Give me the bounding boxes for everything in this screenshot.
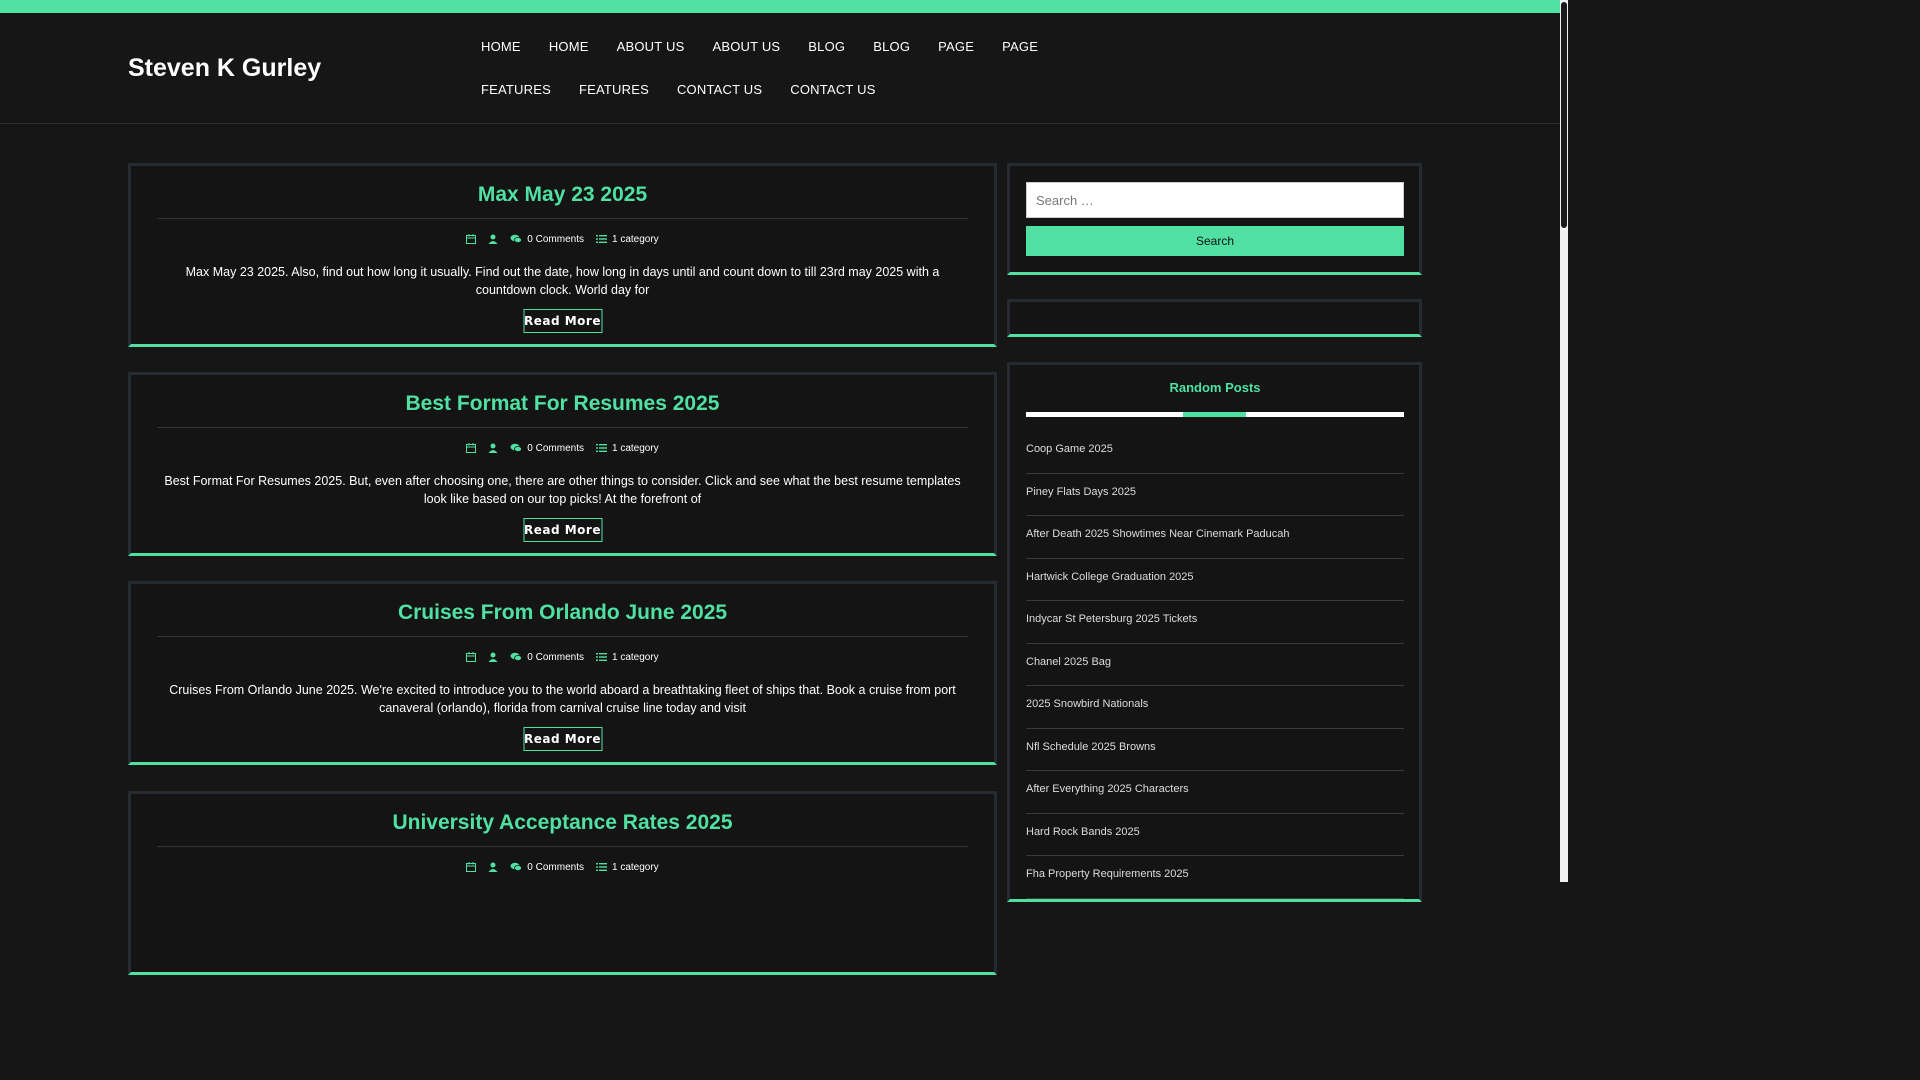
post-date[interactable]	[466, 652, 477, 662]
post-card: Max May 23 2025 0 Comments 1 category Ma…	[128, 163, 997, 347]
post-meta: 0 Comments 1 category	[131, 441, 994, 455]
search-button[interactable]: Search	[1026, 226, 1404, 256]
post-comments[interactable]: 0 Comments	[510, 862, 584, 873]
empty-widget	[1007, 299, 1422, 337]
nav-home[interactable]: HOME	[467, 25, 535, 68]
comments-icon	[510, 862, 523, 871]
main-navigation: HOME HOME ABOUT US ABOUT US BLOG BLOG PA…	[467, 25, 1147, 111]
random-post-link[interactable]: Coop Game 2025	[1026, 431, 1404, 474]
read-more-button[interactable]: Read More	[523, 727, 602, 751]
category-label: 1 category	[611, 651, 659, 663]
calendar-icon	[466, 652, 477, 662]
site-title[interactable]: Steven K Gurley	[128, 54, 321, 83]
comment-count: 0 Comments	[527, 651, 584, 663]
nav-features[interactable]: FEATURES	[467, 68, 565, 111]
user-icon	[488, 443, 498, 453]
scrollbar-thumb[interactable]	[1561, 2, 1567, 228]
post-title[interactable]: Max May 23 2025	[157, 183, 968, 219]
page-scrollbar[interactable]	[1560, 0, 1568, 882]
list-icon	[595, 653, 607, 661]
comment-count: 0 Comments	[527, 233, 584, 245]
post-card: Cruises From Orlando June 2025 0 Comment…	[128, 581, 997, 765]
comment-count: 0 Comments	[527, 861, 584, 873]
random-post-link[interactable]: Hartwick College Graduation 2025	[1026, 559, 1404, 601]
nav-features[interactable]: FEATURES	[565, 68, 663, 111]
widget-title-underline	[1026, 412, 1404, 417]
read-more-button[interactable]: Read More	[523, 309, 602, 333]
category-label: 1 category	[611, 233, 659, 245]
comment-count: 0 Comments	[527, 442, 584, 454]
user-icon	[488, 862, 498, 872]
random-post-link[interactable]: Fha Property Requirements 2025	[1026, 856, 1404, 899]
post-title[interactable]: Cruises From Orlando June 2025	[157, 601, 968, 637]
post-excerpt: Best Format For Resumes 2025. But, even …	[164, 474, 961, 506]
search-widget: Search	[1007, 163, 1422, 275]
post-title[interactable]: University Acceptance Rates 2025	[157, 811, 968, 847]
post-comments[interactable]: 0 Comments	[510, 443, 584, 454]
post-comments[interactable]: 0 Comments	[510, 652, 584, 663]
post-excerpt: Cruises From Orlando June 2025. We're ex…	[169, 683, 956, 715]
post-title[interactable]: Best Format For Resumes 2025	[157, 392, 968, 428]
calendar-icon	[466, 862, 477, 872]
site-header: Steven K Gurley HOME HOME ABOUT US ABOUT…	[0, 13, 1560, 124]
post-date[interactable]	[466, 234, 477, 244]
post-card: Best Format For Resumes 2025 0 Comments …	[128, 372, 997, 556]
random-posts-widget: Random Posts Coop Game 2025 Piney Flats …	[1007, 362, 1422, 902]
post-comments[interactable]: 0 Comments	[510, 234, 584, 245]
list-icon	[595, 444, 607, 452]
post-category[interactable]: 1 category	[595, 233, 659, 245]
random-post-link[interactable]: After Death 2025 Showtimes Near Cinemark…	[1026, 516, 1404, 559]
user-icon	[488, 234, 498, 244]
nav-page[interactable]: PAGE	[988, 25, 1052, 68]
calendar-icon	[466, 234, 477, 244]
nav-page[interactable]: PAGE	[924, 25, 988, 68]
random-post-link[interactable]: Nfl Schedule 2025 Browns	[1026, 729, 1404, 771]
post-meta: 0 Comments 1 category	[131, 232, 994, 246]
post-author[interactable]	[488, 652, 498, 662]
post-author[interactable]	[488, 234, 498, 244]
random-post-link[interactable]: 2025 Snowbird Nationals	[1026, 686, 1404, 729]
post-date[interactable]	[466, 862, 477, 872]
post-category[interactable]: 1 category	[595, 861, 659, 873]
search-input[interactable]	[1026, 182, 1404, 218]
list-icon	[595, 863, 607, 871]
comments-icon	[510, 234, 523, 243]
comments-icon	[510, 652, 523, 661]
nav-contact-us[interactable]: CONTACT US	[663, 68, 776, 111]
list-icon	[595, 235, 607, 243]
random-posts-list: Coop Game 2025 Piney Flats Days 2025 Aft…	[1026, 431, 1404, 899]
calendar-icon	[466, 443, 477, 453]
top-accent-bar	[0, 0, 1560, 13]
read-more-button[interactable]: Read More	[523, 518, 602, 542]
post-author[interactable]	[488, 862, 498, 872]
post-excerpt: Max May 23 2025. Also, find out how long…	[185, 265, 940, 297]
post-date[interactable]	[466, 443, 477, 453]
post-author[interactable]	[488, 443, 498, 453]
random-post-link[interactable]: Chanel 2025 Bag	[1026, 644, 1404, 686]
category-label: 1 category	[611, 442, 659, 454]
post-meta: 0 Comments 1 category	[131, 860, 994, 874]
user-icon	[488, 652, 498, 662]
random-post-link[interactable]: Indycar St Petersburg 2025 Tickets	[1026, 601, 1404, 644]
random-posts-title: Random Posts	[1169, 380, 1261, 395]
post-category[interactable]: 1 category	[595, 442, 659, 454]
random-post-link[interactable]: Piney Flats Days 2025	[1026, 474, 1404, 516]
post-card: University Acceptance Rates 2025 0 Comme…	[128, 791, 997, 975]
nav-about-us[interactable]: ABOUT US	[698, 25, 794, 68]
category-label: 1 category	[611, 861, 659, 873]
nav-blog[interactable]: BLOG	[794, 25, 859, 68]
random-post-link[interactable]: Hard Rock Bands 2025	[1026, 814, 1404, 856]
nav-home[interactable]: HOME	[535, 25, 603, 68]
comments-icon	[510, 443, 523, 452]
nav-about-us[interactable]: ABOUT US	[603, 25, 699, 68]
nav-blog[interactable]: BLOG	[859, 25, 924, 68]
post-category[interactable]: 1 category	[595, 651, 659, 663]
random-post-link[interactable]: After Everything 2025 Characters	[1026, 771, 1404, 814]
post-meta: 0 Comments 1 category	[131, 650, 994, 664]
nav-contact-us[interactable]: CONTACT US	[776, 68, 889, 111]
